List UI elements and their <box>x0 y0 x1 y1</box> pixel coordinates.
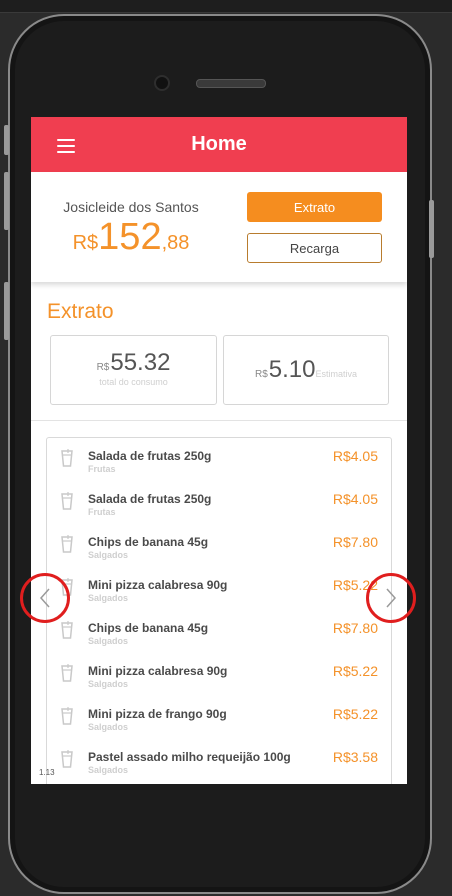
speaker-grille <box>196 79 266 88</box>
list-item[interactable]: Chips de banana 45g Salgados R$7.80 <box>47 610 391 653</box>
item-category: Salgados <box>88 550 129 560</box>
item-category: Salgados <box>88 636 129 646</box>
item-price: R$7.80 <box>332 534 378 550</box>
consumption-value: 55.32 <box>110 349 171 376</box>
item-price: R$5.22 <box>332 706 378 722</box>
item-name: Mini pizza de frango 90g <box>88 707 227 721</box>
consumption-currency: R$ <box>96 362 110 373</box>
balance-integer: 152 <box>98 216 162 258</box>
item-price: R$3.58 <box>332 749 378 765</box>
item-category: Salgados <box>88 722 129 732</box>
window-top-strip <box>0 0 452 13</box>
item-name: Chips de banana 45g <box>88 535 209 549</box>
item-price: R$7.80 <box>332 620 378 636</box>
item-category: Salgados <box>88 593 129 603</box>
cup-icon <box>61 621 73 639</box>
item-price: R$5.22 <box>332 663 378 679</box>
cup-icon <box>61 535 73 553</box>
balance-currency: R$ <box>72 232 99 254</box>
estimate-currency: R$ <box>254 369 268 380</box>
item-name: Salada de frutas 250g <box>88 449 212 463</box>
consumption-total-box: R$ 55.32 total do consumo <box>50 335 217 405</box>
cup-icon <box>61 449 73 467</box>
item-category: Frutas <box>88 507 116 517</box>
item-name: Salada de frutas 250g <box>88 492 212 506</box>
chevron-left-icon <box>39 588 50 608</box>
app-version: 1.13 <box>39 768 55 777</box>
next-button[interactable] <box>366 573 416 623</box>
list-item[interactable]: Pastel assado milho requeijão 100g Salga… <box>47 739 391 782</box>
side-button-mute <box>4 125 9 155</box>
side-button-volume-down <box>4 282 9 340</box>
item-category: Salgados <box>88 765 129 775</box>
item-name: Mini pizza calabresa 90g <box>88 664 228 678</box>
chevron-right-icon <box>386 588 397 608</box>
statement-title: Extrato <box>47 300 114 323</box>
balance-amount: R$152,88 <box>31 216 231 259</box>
item-name: Mini pizza calabresa 90g <box>88 578 228 592</box>
camera-icon <box>154 75 170 91</box>
recarga-button[interactable]: Recarga <box>247 233 382 263</box>
list-item[interactable]: Mini pizza de frango 90g Salgados R$5.22 <box>47 696 391 739</box>
cup-icon <box>61 492 73 510</box>
item-price: R$4.05 <box>332 491 378 507</box>
previous-button[interactable] <box>20 573 70 623</box>
side-button-power <box>429 200 434 258</box>
section-divider <box>31 420 407 421</box>
page-title: Home <box>191 133 247 155</box>
app-header: Home <box>31 117 407 172</box>
list-item[interactable]: Mini pizza calabresa 90g Salgados R$5.22 <box>47 567 391 610</box>
user-name: Josicleide dos Santos <box>63 199 199 215</box>
estimate-box: R$ 5.10 Estimativa <box>223 335 389 405</box>
extrato-button[interactable]: Extrato <box>247 192 382 222</box>
list-item[interactable]: Salada de frutas 250g Frutas R$4.05 <box>47 481 391 524</box>
item-price: R$4.05 <box>332 448 378 464</box>
cup-icon <box>61 750 73 768</box>
estimate-value: 5.10 <box>268 356 316 383</box>
list-item[interactable]: Salada de frutas 250g Frutas R$4.05 <box>47 438 391 481</box>
balance-cents: ,88 <box>161 232 190 254</box>
list-item[interactable]: Mini pizza calabresa 90g Salgados R$5.22 <box>47 653 391 696</box>
side-button-volume-up <box>4 172 9 230</box>
cup-icon <box>61 664 73 682</box>
item-category: Salgados <box>88 679 129 689</box>
item-category: Frutas <box>88 464 116 474</box>
app-screen: Home Josicleide dos Santos R$152,88 Extr… <box>31 117 407 784</box>
item-name: Chips de banana 45g <box>88 621 209 635</box>
cup-icon <box>61 707 73 725</box>
list-item[interactable]: Chips de banana 45g Salgados R$7.80 <box>47 524 391 567</box>
estimate-label: Estimativa <box>315 369 358 379</box>
hamburger-menu-icon[interactable] <box>57 139 75 153</box>
consumption-label: total do consumo <box>99 377 168 387</box>
balance-card: Josicleide dos Santos R$152,88 Extrato R… <box>31 172 407 282</box>
transaction-list[interactable]: Salada de frutas 250g Frutas R$4.05 Sala… <box>46 437 392 784</box>
item-name: Pastel assado milho requeijão 100g <box>88 750 291 764</box>
